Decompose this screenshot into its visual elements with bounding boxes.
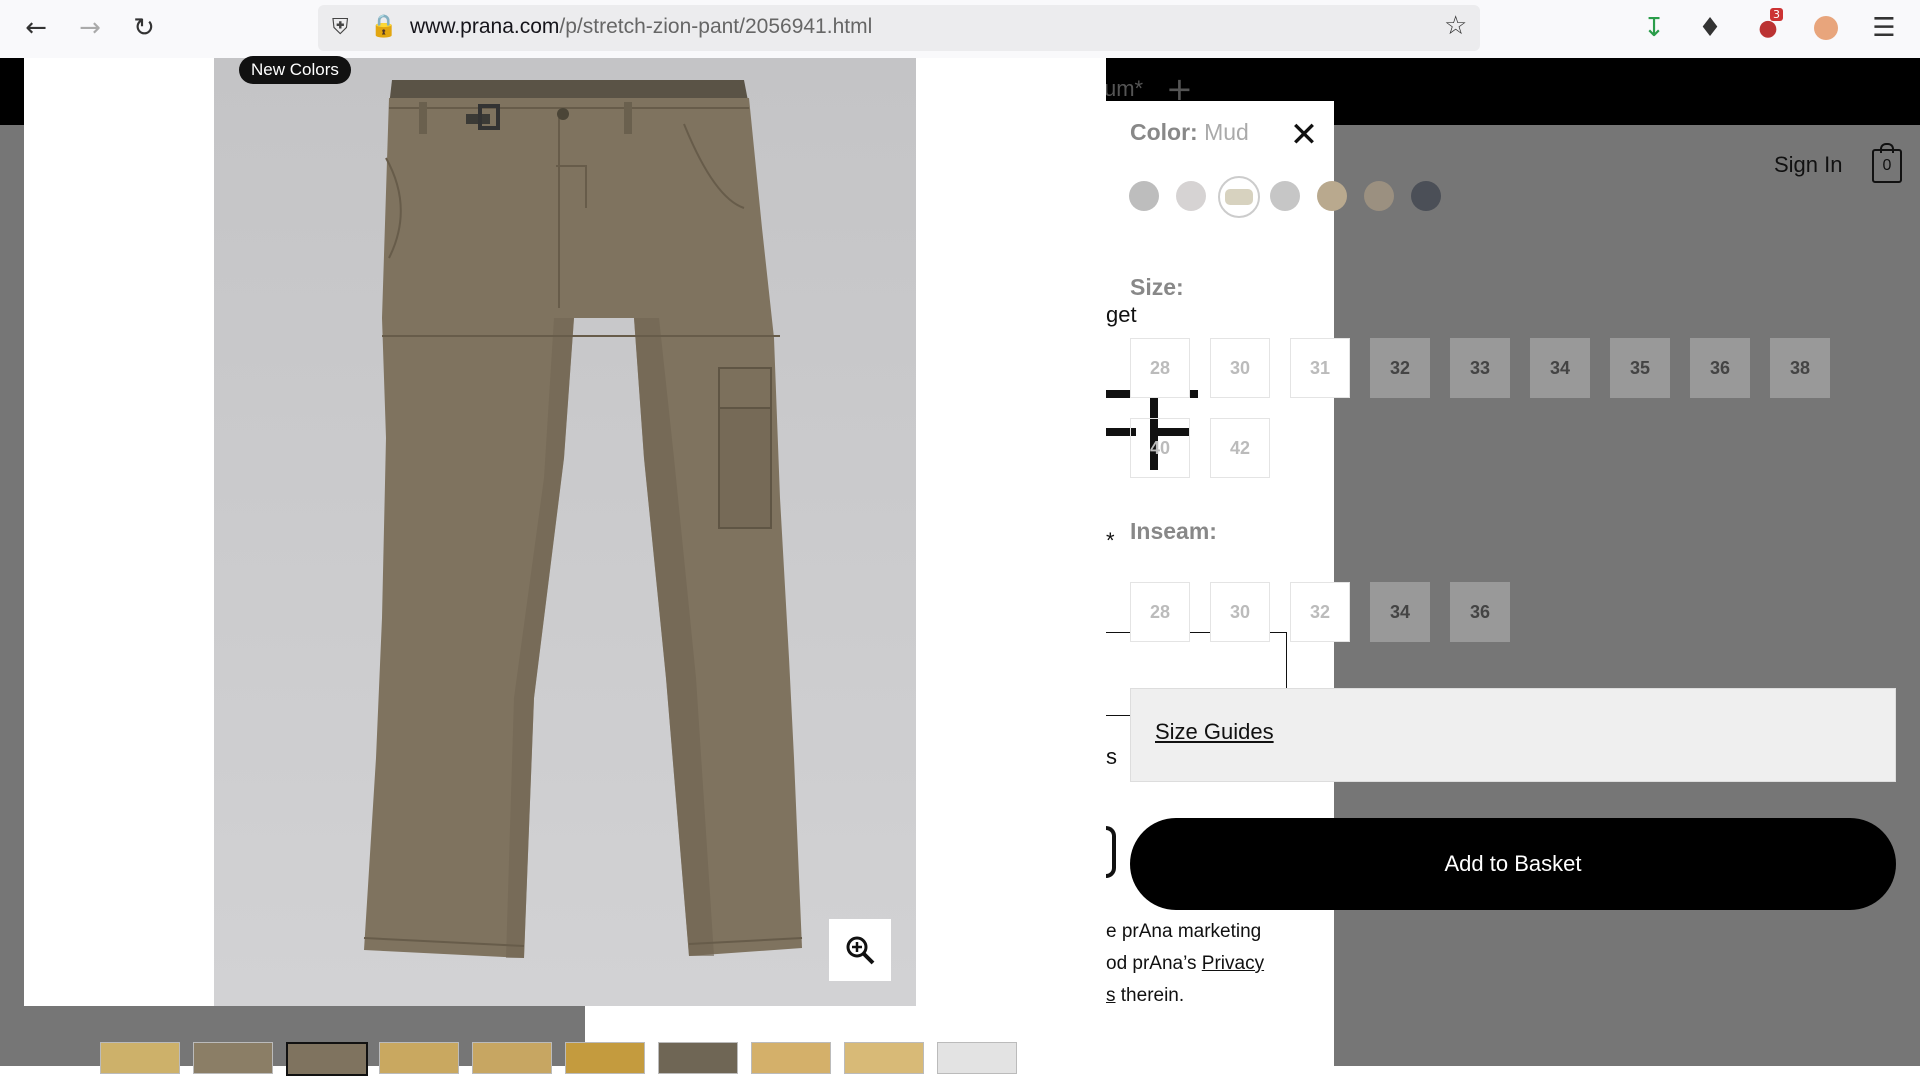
color-swatch[interactable]: [1176, 181, 1206, 211]
product-photo: [214, 58, 916, 1006]
thumbnail[interactable]: [100, 1042, 180, 1074]
cart-icon[interactable]: 0: [1872, 143, 1902, 183]
thumbnail[interactable]: [565, 1042, 645, 1074]
size-option[interactable]: 34: [1530, 338, 1590, 398]
size-option[interactable]: 33: [1450, 338, 1510, 398]
inseam-option[interactable]: 30: [1210, 582, 1270, 642]
color-swatch[interactable]: [1317, 181, 1347, 211]
thumbnail[interactable]: [379, 1042, 459, 1074]
tab-fragment: um*: [1104, 76, 1144, 101]
size-option[interactable]: 38: [1770, 338, 1830, 398]
extensions-icon[interactable]: ♦: [1690, 8, 1730, 48]
sign-in-link[interactable]: Sign In: [1774, 152, 1843, 178]
size-option[interactable]: 30: [1210, 338, 1270, 398]
text-fragment: s: [1106, 744, 1117, 769]
thumbnail[interactable]: [193, 1042, 273, 1074]
asterisk: *: [1106, 528, 1115, 553]
privacy-link[interactable]: Privacy: [1202, 953, 1264, 974]
size-option[interactable]: 32: [1370, 338, 1430, 398]
thumbnail-selected[interactable]: [286, 1042, 368, 1076]
size-guides-link[interactable]: Size Guides: [1155, 719, 1274, 745]
size-option[interactable]: 28: [1130, 338, 1190, 398]
color-label: Color: Mud: [1130, 119, 1249, 145]
reload-icon[interactable]: ↻: [124, 8, 164, 48]
profile-avatar-icon[interactable]: [1806, 8, 1846, 48]
color-swatch[interactable]: [1411, 181, 1441, 211]
inseam-label: Inseam:: [1130, 518, 1217, 544]
color-swatch[interactable]: [1270, 181, 1300, 211]
color-swatch[interactable]: [1129, 181, 1159, 211]
inseam-option[interactable]: 36: [1450, 582, 1510, 642]
size-option[interactable]: 36: [1690, 338, 1750, 398]
marketing-consent-text: e prAna marketing od prAna’s Privacy s t…: [1106, 921, 1265, 1006]
close-icon[interactable]: ✕: [1286, 118, 1322, 154]
inseam-option[interactable]: 28: [1130, 582, 1190, 642]
size-label: Size:: [1130, 274, 1184, 300]
address-bar[interactable]: ⛨ 🔒 www.prana.com/p/stretch-zion-pant/20…: [318, 5, 1480, 51]
size-option[interactable]: 42: [1210, 418, 1270, 478]
lock-icon[interactable]: 🔒: [370, 14, 397, 39]
size-option[interactable]: 35: [1610, 338, 1670, 398]
pant-illustration: [214, 58, 916, 1006]
forward-icon[interactable]: →: [70, 8, 110, 48]
cut-button-fragment: [1106, 826, 1116, 878]
inseam-option[interactable]: 32: [1290, 582, 1350, 642]
size-option[interactable]: 31: [1290, 338, 1350, 398]
text-fragment: get: [1106, 302, 1137, 327]
thumbnail[interactable]: [658, 1042, 738, 1074]
back-icon[interactable]: ←: [16, 8, 56, 48]
thumbnail[interactable]: [751, 1042, 831, 1074]
extension-badge-icon[interactable]: ● 3: [1748, 8, 1788, 48]
bookmark-star-icon[interactable]: ☆: [1444, 11, 1467, 41]
size-option[interactable]: 40: [1130, 418, 1190, 478]
browser-toolbar: ← → ↻ ⛨ 🔒 www.prana.com/p/stretch-zion-p…: [0, 0, 1920, 59]
thumbnail[interactable]: [472, 1042, 552, 1074]
url-text: www.prana.com/p/stretch-zion-pant/205694…: [410, 15, 873, 38]
size-guides-panel: Size Guides: [1130, 688, 1896, 782]
download-icon[interactable]: ↧: [1634, 8, 1674, 48]
thumbnail[interactable]: [844, 1042, 924, 1074]
notification-badge: 3: [1770, 8, 1783, 21]
shield-icon[interactable]: ⛨: [332, 15, 349, 40]
zoom-button[interactable]: [829, 919, 891, 981]
thumbnail[interactable]: [937, 1042, 1017, 1074]
color-swatch-selected[interactable]: [1218, 176, 1260, 218]
add-to-basket-button[interactable]: Add to Basket: [1130, 818, 1896, 910]
color-swatch[interactable]: [1364, 181, 1394, 211]
inseam-option[interactable]: 34: [1370, 582, 1430, 642]
menu-icon[interactable]: ☰: [1864, 8, 1904, 48]
new-colors-badge: New Colors: [239, 56, 351, 84]
zoom-in-icon: [846, 936, 875, 965]
